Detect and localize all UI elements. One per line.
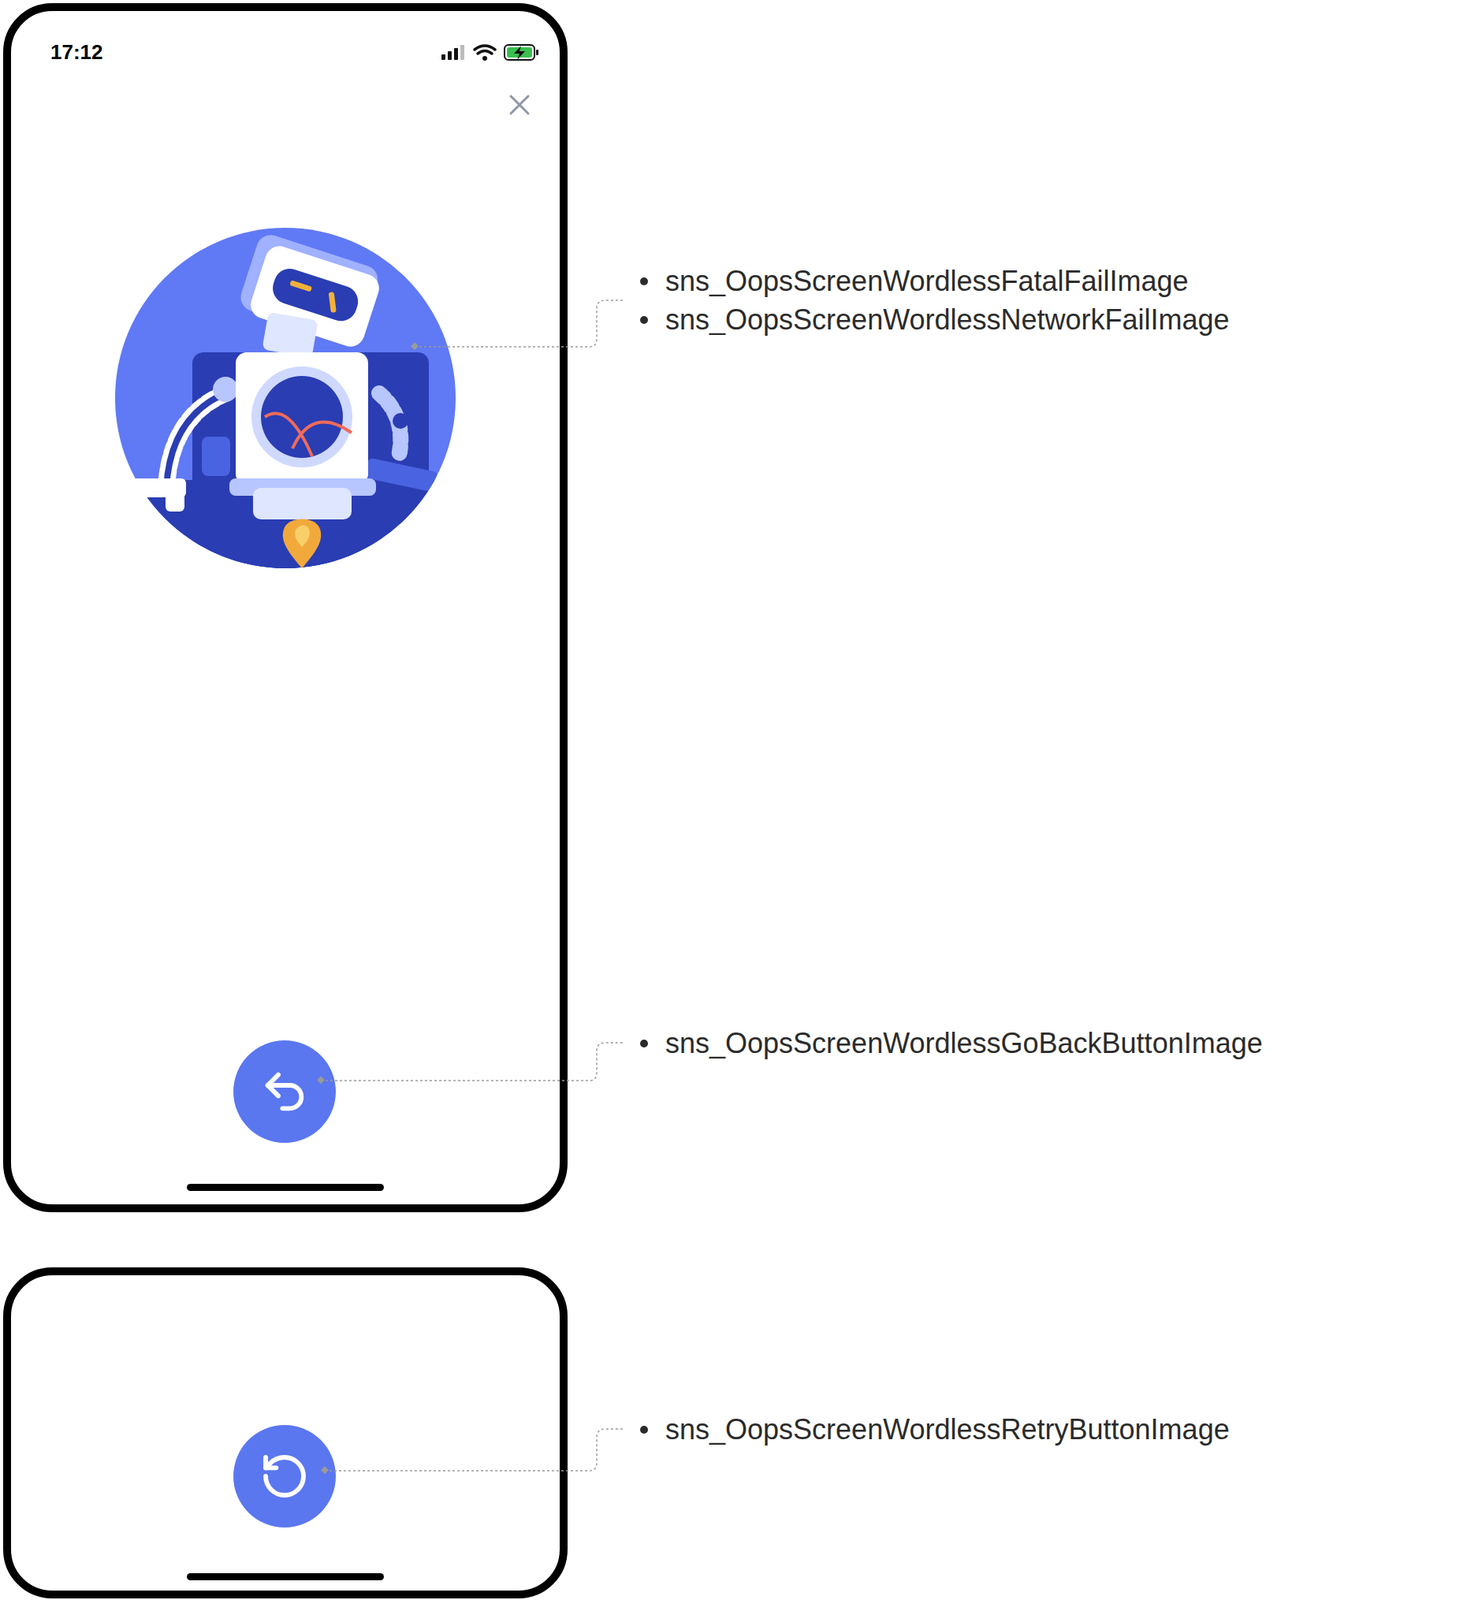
- callout-list: sns_OopsScreenWordlessRetryButtonImage: [640, 1410, 1230, 1449]
- close-icon[interactable]: [508, 93, 531, 116]
- diagram-canvas: 17:12 sns_OopsScreenWordlessFatalFailImag…: [0, 0, 1482, 1600]
- retry-button[interactable]: [233, 1425, 336, 1528]
- go-back-icon: [259, 1066, 310, 1118]
- bullet-dot: [640, 1039, 648, 1048]
- go-back-button[interactable]: [233, 1040, 336, 1144]
- status-icons: [441, 42, 540, 64]
- phone-frame: [3, 1267, 568, 1599]
- bullet-dot: [640, 316, 648, 324]
- retry-icon: [259, 1451, 310, 1502]
- broken-robot-icon: [115, 227, 456, 599]
- home-indicator: [186, 1573, 384, 1581]
- bullet-dot: [640, 277, 648, 286]
- home-indicator: [186, 1184, 384, 1192]
- callout-list: sns_OopsScreenWordlessFatalFailImagesns_…: [640, 261, 1230, 339]
- bullet-dot: [640, 1426, 648, 1434]
- callout-label: sns_OopsScreenWordlessRetryButtonImage: [640, 1410, 1230, 1449]
- connector-lines: [0, 0, 1482, 1600]
- callout-list: sns_OopsScreenWordlessGoBackButtonImage: [640, 1023, 1263, 1063]
- callout-label: sns_OopsScreenWordlessGoBackButtonImage: [640, 1023, 1263, 1063]
- phone-frame: 17:12: [3, 3, 568, 1213]
- status-time: 17:12: [50, 39, 104, 65]
- callout-label: sns_OopsScreenWordlessFatalFailImage: [640, 261, 1230, 301]
- callout-label: sns_OopsScreenWordlessNetworkFailImage: [640, 300, 1230, 339]
